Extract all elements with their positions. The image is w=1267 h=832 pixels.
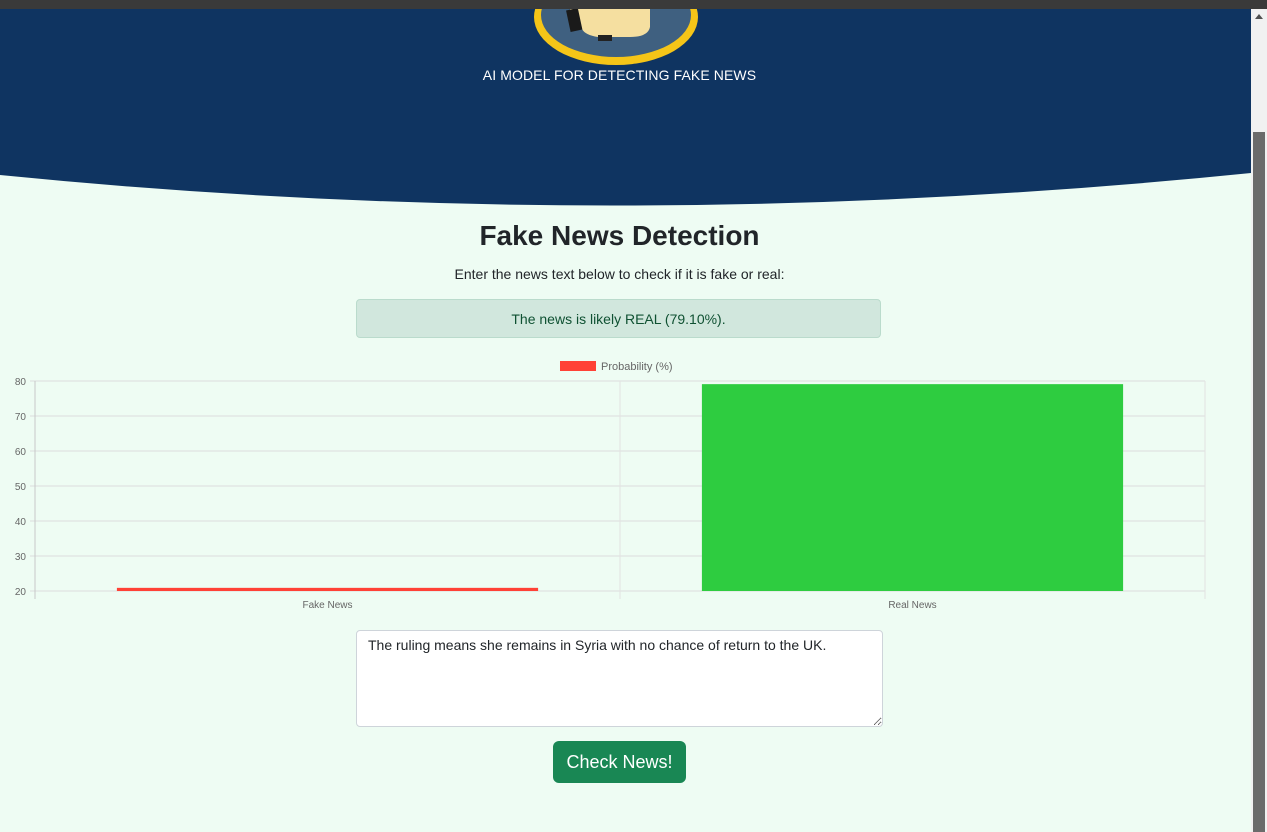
news-text-input[interactable]: The ruling means she remains in Syria wi…: [356, 630, 883, 727]
x-tick-label: Real News: [888, 600, 936, 611]
vertical-scrollbar[interactable]: [1251, 9, 1267, 832]
result-alert: The news is likely REAL (79.10%).: [356, 299, 881, 338]
instruction-text: Enter the news text below to check if it…: [454, 266, 785, 282]
header-subtitle: AI MODEL FOR DETECTING FAKE NEWS: [482, 67, 757, 83]
y-tick-label: 70: [15, 412, 27, 423]
probability-chart: Probability (%) 20 30 40 50 60 70 80 Fake News Re…: [15, 361, 1206, 611]
y-tick-label: 20: [15, 587, 27, 598]
y-tick-label: 60: [15, 447, 27, 458]
legend-swatch: [560, 361, 596, 371]
page-title: Fake News Detection: [479, 220, 760, 251]
y-tick-label: 30: [15, 552, 27, 563]
y-tick-label: 80: [15, 377, 27, 388]
y-tick-label: 50: [15, 482, 27, 493]
header-banner: [0, 9, 1251, 206]
bar-fake-news: [116, 587, 539, 591]
browser-top-bar: [0, 0, 1267, 9]
scroll-up-arrow-icon[interactable]: [1255, 14, 1263, 19]
y-tick-label: 40: [15, 517, 27, 528]
scrollbar-thumb[interactable]: [1253, 132, 1265, 832]
page-viewport: AI MODEL FOR DETECTING FAKE NEWS Fake Ne…: [0, 9, 1251, 832]
bar-real-news: [701, 384, 1124, 591]
check-news-button[interactable]: Check News!: [553, 741, 686, 783]
legend-label: Probability (%): [601, 361, 673, 373]
x-tick-label: Fake News: [302, 600, 352, 611]
